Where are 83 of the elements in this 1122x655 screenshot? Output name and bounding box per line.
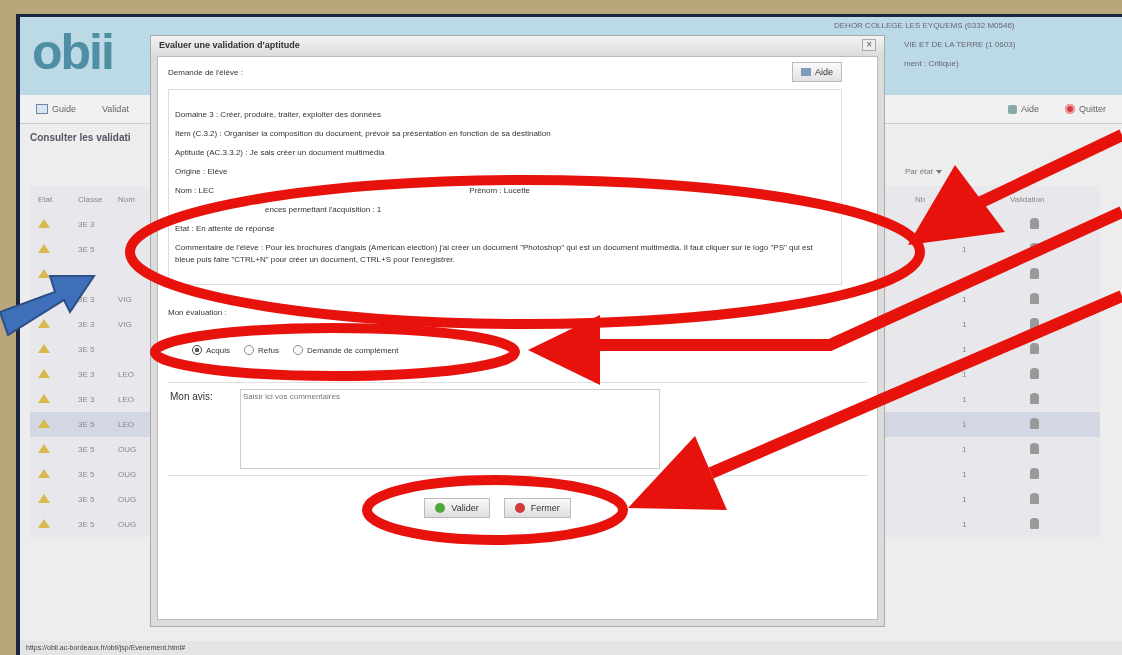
table-cell: 1 [962, 520, 967, 529]
help-button[interactable]: Aide [792, 62, 842, 82]
table-cell: 3E 5 [78, 245, 95, 254]
header-text: ment : Critique) [904, 59, 959, 68]
column-header: Classe [78, 194, 103, 204]
table-cell: 1 [962, 320, 967, 329]
detail-text: Prénom : Lucette [469, 185, 531, 197]
table-cell: 1 [962, 245, 967, 254]
detail-text: ences permettant l'acquisition : 1 [264, 204, 382, 216]
comment-field[interactable]: Saisir ici vos commentaires [240, 389, 660, 469]
warning-icon [38, 219, 50, 228]
table-cell: OUG [118, 470, 137, 479]
table-cell: 3E 3 [78, 370, 95, 379]
table-cell: 1 [962, 295, 967, 304]
column-header: Nom [118, 194, 135, 204]
warning-icon [38, 444, 50, 453]
warning-icon [38, 469, 50, 478]
column-header: Validation [1010, 194, 1045, 204]
table-cell: 3E 5 [78, 420, 95, 429]
toolbar-button[interactable]: Validat [96, 102, 135, 116]
detail-text: Domaine 3 : Créer, produire, traiter, exploiter des données [175, 109, 381, 121]
cancel-icon [514, 503, 525, 513]
page-title: Consulter les validati [30, 132, 131, 143]
toolbar-button[interactable]: Quitter [1059, 102, 1112, 116]
warning-icon [38, 344, 50, 353]
header-text: VIE ET DE LA TERRE (1 0603) [904, 40, 1016, 49]
table-cell: OUG [118, 520, 137, 529]
detail-text: Etat : En attente de réponse [175, 223, 275, 235]
close-button[interactable]: Fermer [503, 498, 571, 518]
radio-option[interactable]: Refus [244, 345, 279, 355]
table-cell: VIG [118, 295, 132, 304]
table-cell: LEO [118, 370, 134, 379]
warning-icon [38, 419, 50, 428]
table-cell: 1 [962, 445, 967, 454]
warning-icon [38, 244, 50, 253]
table-cell: OUG [118, 495, 137, 504]
warning-icon [38, 494, 50, 503]
table-cell: LEO [118, 420, 134, 429]
detail-text: Aptitude (AC.3.3.2) : Je sais créer un document multimédia [175, 147, 385, 159]
toolbar-button[interactable]: Aide [1001, 102, 1045, 116]
column-header: Etat [38, 194, 53, 204]
table-cell: OUG [118, 445, 137, 454]
dialog-title: Evaluer une validation d'aptitude [159, 40, 300, 50]
table-cell: VIG [118, 320, 132, 329]
detail-text: Origine : Elève [175, 166, 228, 178]
warning-icon [38, 369, 50, 378]
book-icon [36, 104, 48, 114]
detail-text: Commentaire de l'élève : Pour les brochures d'anglais (American election) j'ai créer un document "Photoshop" qui est un document multimédia. Il faut cliquer sur le logo "PS" qui est bleue puis faire "CTRL+N" pour créer un document, CTRL+S pour l'enregistrer. [175, 242, 814, 266]
table-cell: 3E 3 [78, 220, 95, 229]
header-text: DEHOR COLLEGE LES EYQUEMS (0332 M0546) [834, 21, 1015, 30]
logo: obii [32, 23, 113, 82]
warning-icon [38, 394, 50, 403]
table-cell: 3E 3 [78, 295, 95, 304]
radio-option[interactable]: Acquis [192, 345, 230, 355]
table-cell: 3E 5 [78, 470, 95, 479]
table-cell: 1 [962, 345, 967, 354]
table-cell: 1 [962, 495, 967, 504]
table-cell: 1 [962, 420, 967, 429]
check-icon [435, 503, 446, 513]
table-cell: 3E 3 [78, 320, 95, 329]
warning-icon [38, 519, 50, 528]
radio-option[interactable]: Demande de complément [292, 345, 399, 355]
table-cell: 1 [962, 395, 967, 404]
evaluation-label: Mon évaluation : [168, 308, 227, 317]
table-cell: 3E 5 [78, 345, 95, 354]
table-cell: 3E 3 [78, 395, 95, 404]
opinion-label: Mon avis: [169, 390, 214, 404]
table-cell: LEO [118, 395, 134, 404]
section-label: Demande de l'élève : [168, 67, 243, 77]
close-button[interactable]: × [862, 39, 876, 51]
table-cell: 1 [962, 370, 967, 379]
table-cell: 3E 5 [78, 445, 95, 454]
detail-text: Nom : LEC [175, 185, 215, 197]
table-cell: 1 [962, 470, 967, 479]
table-cell: 3E 5 [78, 495, 95, 504]
detail-text: Item (C.3.2) : Organiser la composition du document, prévoir sa présentation en fonction de sa destination [175, 128, 551, 140]
column-header: Nb [915, 194, 926, 204]
caret-icon [936, 169, 942, 174]
table-cell: 3E 5 [78, 520, 95, 529]
quit-icon [1065, 104, 1075, 114]
validate-button[interactable]: Valider [424, 498, 490, 518]
toolbar-button[interactable]: Guide [30, 102, 83, 116]
filter-dropdown[interactable]: Par état [905, 167, 942, 176]
